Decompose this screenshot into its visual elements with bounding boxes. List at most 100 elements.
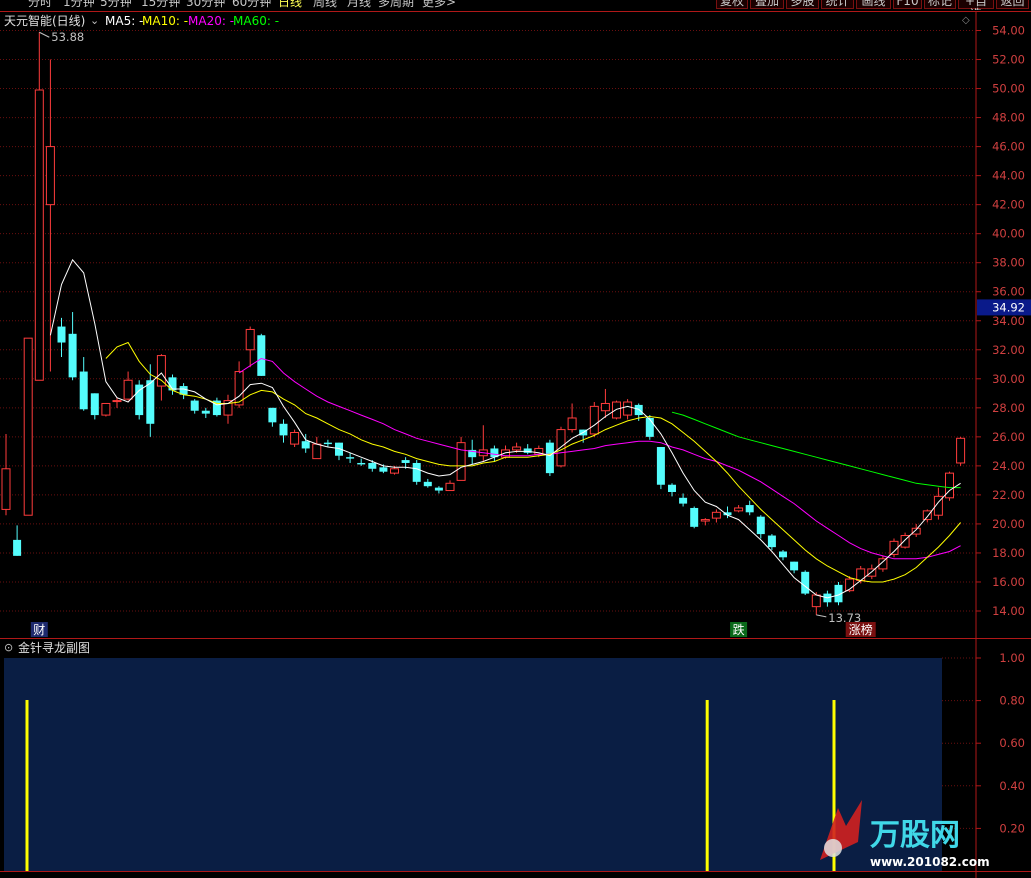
- candle-body: [711, 511, 721, 519]
- candle: [190, 399, 199, 414]
- low-pointer: [816, 614, 827, 618]
- price-tick-label: 52.00: [992, 53, 1025, 67]
- candle-body: [123, 379, 133, 400]
- candle: [600, 388, 610, 418]
- candle-body: [101, 402, 111, 416]
- candle: [57, 317, 66, 358]
- candle: [279, 419, 288, 443]
- candle-body: [779, 551, 787, 558]
- price-tick-label: 34.00: [992, 314, 1025, 328]
- candle-body: [668, 484, 676, 492]
- candle: [245, 326, 255, 368]
- candle-body: [68, 333, 77, 378]
- candle-body: [346, 457, 355, 459]
- current-price-label: 34.92: [992, 300, 1025, 314]
- candle-body: [79, 371, 88, 410]
- candle: [412, 460, 421, 485]
- price-tick-label: 40.00: [992, 227, 1025, 241]
- candle: [1, 433, 11, 516]
- candle-body: [112, 400, 122, 403]
- candle: [779, 550, 787, 561]
- price-tick-label: 18.00: [992, 546, 1025, 560]
- candle: [478, 425, 488, 462]
- candle: [734, 505, 744, 513]
- candle: [456, 436, 466, 481]
- candle-body: [1, 468, 11, 510]
- candle-body: [156, 355, 166, 387]
- logo-brand-text: 万股网: [870, 818, 960, 853]
- candle: [790, 561, 799, 574]
- logo-coin-icon: [824, 839, 842, 857]
- candle: [945, 471, 954, 501]
- candle-body: [956, 437, 966, 464]
- ma5-line: [49, 258, 961, 599]
- candle: [101, 402, 111, 417]
- candle-body: [922, 510, 932, 521]
- candle-body: [423, 481, 432, 487]
- candle-body: [45, 146, 55, 206]
- candle-body: [34, 89, 44, 381]
- candle: [23, 337, 33, 516]
- price-tick-label: 42.00: [992, 198, 1025, 212]
- indicator-tick-label: 0.20: [999, 821, 1025, 835]
- candle-body: [279, 423, 288, 436]
- price-tick-label: 54.00: [992, 24, 1025, 38]
- candle: [179, 383, 188, 400]
- candle-body: [612, 401, 621, 419]
- candle-body: [656, 447, 665, 485]
- candle-body: [90, 393, 99, 416]
- candle: [312, 436, 322, 460]
- candle: [767, 534, 776, 551]
- candle-body: [268, 407, 277, 423]
- indicator-tick-label: 0.40: [999, 779, 1025, 793]
- candle: [335, 442, 343, 461]
- candle-body: [679, 497, 688, 504]
- candle: [201, 407, 210, 418]
- candle: [135, 380, 144, 420]
- candle: [623, 399, 633, 420]
- candle: [301, 433, 310, 453]
- candle: [434, 486, 443, 494]
- high-pointer: [39, 31, 50, 38]
- candle-body: [434, 487, 443, 491]
- candle: [801, 570, 810, 596]
- candle: [146, 364, 155, 437]
- price-tick-label: 46.00: [992, 140, 1025, 154]
- candle-body: [57, 326, 66, 343]
- chart-canvas[interactable]: 14.00 16.00 18.00 20.00 22.00 24.00 26.00 28.00…: [0, 0, 1031, 878]
- candle-body: [412, 462, 421, 482]
- price-tick-label: 26.00: [992, 430, 1025, 444]
- candle: [68, 312, 77, 381]
- candle-body: [357, 462, 366, 465]
- candle-body: [790, 561, 799, 571]
- candle-body: [312, 443, 322, 460]
- candle: [223, 394, 233, 424]
- candle: [567, 403, 577, 433]
- price-tick-label: 20.00: [992, 517, 1025, 531]
- candle-body: [390, 468, 399, 474]
- candle: [956, 436, 966, 466]
- candle: [823, 590, 832, 607]
- candle-body: [201, 410, 210, 414]
- price-tick-label: 28.00: [992, 401, 1025, 415]
- candle-body: [23, 337, 33, 516]
- candle-body: [245, 328, 255, 351]
- indicator-tick-label: 0.80: [999, 694, 1025, 708]
- candle: [612, 400, 621, 420]
- candle: [90, 393, 99, 420]
- candle-body: [445, 482, 455, 492]
- ma60-line: [671, 411, 961, 489]
- candle-body: [301, 441, 310, 449]
- candle-body: [767, 535, 776, 548]
- candle-body: [146, 380, 155, 424]
- candle: [711, 509, 721, 523]
- logo-url-text: www.201082.com: [870, 855, 990, 869]
- price-tick-label: 36.00: [992, 285, 1025, 299]
- candle-body: [257, 335, 266, 376]
- candle: [756, 515, 765, 539]
- candle-body: [589, 405, 599, 435]
- candle: [357, 458, 366, 466]
- candle-body: [801, 571, 810, 594]
- price-tick-label: 24.00: [992, 459, 1025, 473]
- candle-body: [545, 442, 554, 474]
